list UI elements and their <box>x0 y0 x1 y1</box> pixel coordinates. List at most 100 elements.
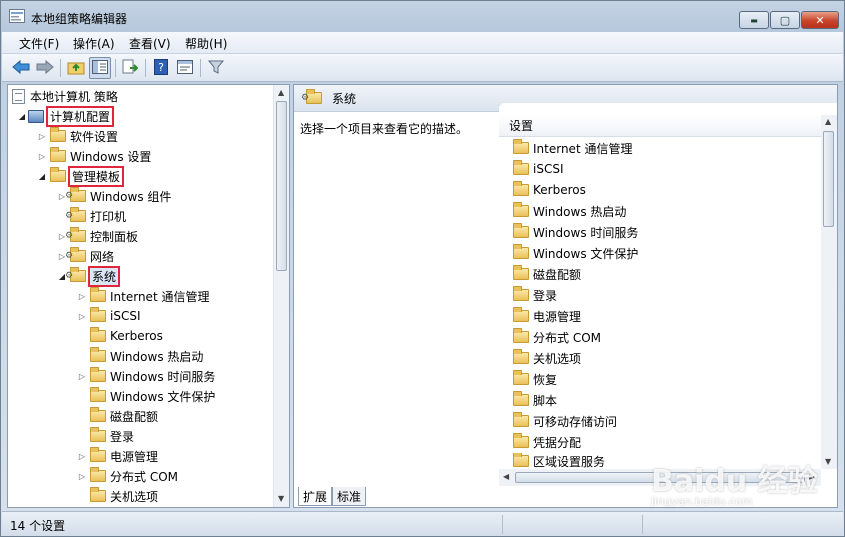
tree-item-root[interactable]: 本地计算机 策略 <box>12 86 118 106</box>
main-window: 本地组策略编辑器 ▬ ▢ ✕ 文件(F) 操作(A) 查看(V) 帮助(H) ? <box>0 0 845 537</box>
help-button[interactable]: ? <box>150 57 172 79</box>
minimize-button[interactable]: ▬ <box>739 11 769 29</box>
tree-item-network[interactable]: ▷ 网络 <box>56 246 114 266</box>
scroll-up-icon[interactable]: ▲ <box>825 117 831 126</box>
expand-arrow-icon[interactable]: ▷ <box>76 472 88 481</box>
list-item[interactable]: 电源管理 <box>511 306 581 326</box>
folder-icon <box>513 265 529 280</box>
expand-arrow-icon[interactable]: ▷ <box>76 372 88 381</box>
menu-file[interactable]: 文件(F) <box>19 35 59 52</box>
menu-view[interactable]: 查看(V) <box>129 35 171 52</box>
list-item[interactable]: Windows 热启动 <box>511 201 626 221</box>
scroll-left-icon[interactable]: ◀ <box>503 472 509 481</box>
tree-item-system-child[interactable]: ▷ iSCSI <box>76 306 141 326</box>
column-header-setting[interactable]: 设置 <box>499 115 824 137</box>
properties-button[interactable] <box>174 57 196 79</box>
list-item[interactable]: 脚本 <box>511 390 557 410</box>
scrollbar-thumb[interactable] <box>276 101 287 271</box>
tree-item-system-child[interactable]: Windows 热启动 <box>76 346 203 366</box>
close-button[interactable]: ✕ <box>801 11 839 29</box>
tree-item-software-settings[interactable]: ▷ 软件设置 <box>36 126 118 146</box>
list-item[interactable]: iSCSI <box>511 159 564 179</box>
collapse-arrow-icon[interactable]: ◢ <box>16 112 28 121</box>
tree-item-windows-settings[interactable]: ▷ Windows 设置 <box>36 146 151 166</box>
list-item[interactable]: Kerberos <box>511 180 586 200</box>
back-button[interactable] <box>10 57 32 79</box>
baidu-watermark: Baidu 经验 <box>651 464 818 499</box>
list-item[interactable]: 分布式 COM <box>511 327 601 347</box>
tree-item-system-child[interactable]: 磁盘配额 <box>76 406 158 426</box>
list-item[interactable]: Internet 通信管理 <box>511 138 632 158</box>
tree-item-label: Kerberos <box>110 329 163 343</box>
scrollbar-thumb[interactable] <box>823 131 834 227</box>
tree-item-label: 分布式 COM <box>110 469 178 484</box>
up-folder-button[interactable] <box>65 57 87 79</box>
tree-item-system[interactable]: ◢ 系统 <box>56 265 121 287</box>
tree-item-system-child[interactable]: Kerberos <box>76 326 163 346</box>
list-item-label: 登录 <box>533 288 558 303</box>
expand-arrow-icon[interactable]: ▷ <box>36 152 48 161</box>
tab-extended[interactable]: 扩展 <box>298 487 333 506</box>
list-item[interactable]: 恢复 <box>511 369 557 389</box>
tree-item-printers[interactable]: 打印机 <box>56 206 126 226</box>
tree-pane[interactable]: 本地计算机 策略 ◢ 计算机配置 ▷ 软件设置 ▷ Windows 设置 ◢ 管… <box>7 84 290 508</box>
list-item[interactable]: 关机选项 <box>511 348 581 368</box>
list-item-label: iSCSI <box>533 162 564 176</box>
expand-arrow-icon[interactable]: ▷ <box>76 312 88 321</box>
tree-scrollbar[interactable]: ▲ ▼ <box>273 85 289 507</box>
tree-item-label: 计算机配置 <box>46 105 115 127</box>
title-bar[interactable]: 本地组策略编辑器 ▬ ▢ ✕ <box>1 1 844 31</box>
menu-help[interactable]: 帮助(H) <box>185 35 227 52</box>
scroll-down-icon[interactable]: ▼ <box>825 457 831 466</box>
tree-item-system-child[interactable]: ▷ Internet 通信管理 <box>76 286 209 306</box>
properties-icon <box>177 59 193 77</box>
list-item[interactable]: Windows 时间服务 <box>511 222 638 242</box>
settings-list[interactable]: 设置 Internet 通信管理 iSCSI Kerberos Windows … <box>499 103 837 488</box>
list-item[interactable]: 凭据分配 <box>511 432 581 452</box>
back-icon <box>12 59 30 77</box>
list-item[interactable]: Windows 文件保护 <box>511 243 638 263</box>
tree-item-system-child[interactable]: ▷ 电源管理 <box>76 446 158 466</box>
expand-arrow-icon[interactable]: ▷ <box>36 132 48 141</box>
list-item-label: 恢复 <box>533 372 558 387</box>
tab-standard[interactable]: 标准 <box>332 487 367 506</box>
details-pane: 系统 选择一个项目来查看它的描述。 设置 Internet 通信管理 iSCSI… <box>293 84 838 508</box>
tree-item-admin-templates[interactable]: ◢ 管理模板 <box>36 165 125 187</box>
list-item[interactable]: 区域设置服务 <box>511 453 605 469</box>
tree-item-control-panel[interactable]: ▷ 控制面板 <box>56 226 138 246</box>
forward-button[interactable] <box>34 57 56 79</box>
folder-icon <box>513 370 529 385</box>
tree-item-system-child[interactable]: 登录 <box>76 426 134 446</box>
tree-item-system-child[interactable]: Windows 文件保护 <box>76 386 215 406</box>
expand-arrow-icon[interactable]: ▷ <box>76 292 88 301</box>
tree-item-system-child[interactable]: 关机选项 <box>76 486 158 506</box>
list-vertical-scrollbar[interactable]: ▲ ▼ <box>821 115 837 469</box>
folder-icon <box>513 244 529 259</box>
policy-editor-icon <box>9 9 25 23</box>
list-item[interactable]: 可移动存储访问 <box>511 411 617 431</box>
list-item[interactable]: 登录 <box>511 285 557 305</box>
show-hide-tree-button[interactable] <box>89 57 111 79</box>
folder-icon <box>90 307 106 322</box>
tree-item-system-child[interactable]: ▷ Windows 时间服务 <box>76 366 215 386</box>
tree-item-label: 电源管理 <box>110 449 159 464</box>
list-item[interactable]: 磁盘配额 <box>511 264 581 284</box>
scroll-up-icon[interactable]: ▲ <box>278 88 284 97</box>
scroll-down-icon[interactable]: ▼ <box>278 494 284 503</box>
export-list-button[interactable] <box>119 57 141 79</box>
collapse-arrow-icon[interactable]: ◢ <box>36 172 48 181</box>
menu-action[interactable]: 操作(A) <box>73 35 115 52</box>
tree-item-system-child[interactable]: ▷ 分布式 COM <box>76 466 178 486</box>
folder-icon <box>90 407 106 422</box>
list-item-label: 电源管理 <box>533 309 582 324</box>
list-item-label: Kerberos <box>533 183 586 197</box>
settings-folder-icon <box>301 89 322 104</box>
maximize-button[interactable]: ▢ <box>770 11 800 29</box>
tree-item-label: 控制面板 <box>90 229 139 244</box>
tree-item-computer-config[interactable]: ◢ 计算机配置 <box>16 105 115 127</box>
column-header-label: 设置 <box>509 119 534 133</box>
tree-item-windows-components[interactable]: ▷ Windows 组件 <box>56 186 171 206</box>
tree-item-label: Windows 组件 <box>90 189 172 204</box>
filter-button[interactable] <box>205 57 227 79</box>
expand-arrow-icon[interactable]: ▷ <box>76 452 88 461</box>
